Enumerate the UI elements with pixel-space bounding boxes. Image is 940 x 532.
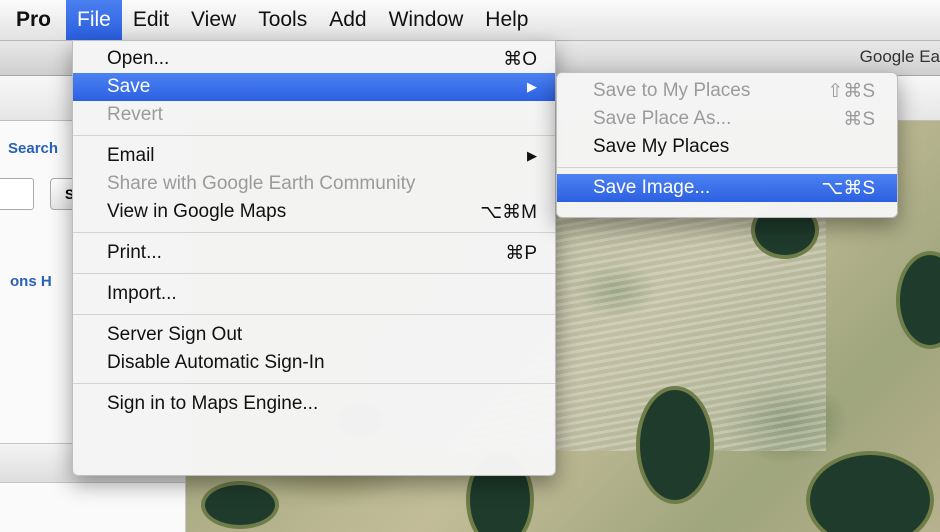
submenu-item-save-my-places[interactable]: Save My Places xyxy=(557,133,897,161)
menu-item-label: Sign in to Maps Engine... xyxy=(107,393,319,414)
menu-item-open[interactable]: Open... ⌘O xyxy=(73,45,555,73)
menu-item-sign-in-maps-engine[interactable]: Sign in to Maps Engine... xyxy=(73,390,555,418)
map-lake xyxy=(896,251,940,349)
menu-item-label: Save Place As... xyxy=(593,108,732,129)
submenu-arrow-icon: ▶ xyxy=(527,148,537,163)
menu-item-label: Print... xyxy=(107,242,162,263)
menu-separator xyxy=(73,314,555,315)
menu-app-name[interactable]: Pro xyxy=(0,0,66,40)
map-lake xyxy=(201,481,279,529)
submenu-item-save-place-as[interactable]: Save Place As... ⌘S xyxy=(557,105,897,133)
shortcut-label: ⌥⌘S xyxy=(821,177,875,199)
menu-bar: Pro File Edit View Tools Add Window Help xyxy=(0,0,940,41)
window-title: Google Ea xyxy=(859,47,940,66)
search-input[interactable] xyxy=(0,178,34,210)
menu-item-print[interactable]: Print... ⌘P xyxy=(73,239,555,267)
menu-item-disable-auto-sign-in[interactable]: Disable Automatic Sign-In xyxy=(73,349,555,377)
menu-separator xyxy=(557,167,897,168)
menu-item-share-community[interactable]: Share with Google Earth Community xyxy=(73,170,555,198)
search-panel-label[interactable]: Search xyxy=(8,140,58,157)
shortcut-label: ⌘P xyxy=(505,242,537,264)
menu-item-label: Save My Places xyxy=(593,136,730,157)
submenu-arrow-icon: ▶ xyxy=(527,79,537,94)
menu-separator xyxy=(73,232,555,233)
menu-item-save[interactable]: Save ▶ xyxy=(73,73,555,101)
file-menu-dropdown: Open... ⌘O Save ▶ Revert Email ▶ Share w… xyxy=(72,40,556,476)
menu-item-label: Revert xyxy=(107,104,163,125)
menu-item-label: Open... xyxy=(107,48,170,69)
map-lake xyxy=(806,451,934,532)
menu-item-label: Share with Google Earth Community xyxy=(107,173,416,194)
submenu-item-save-image[interactable]: Save Image... ⌥⌘S xyxy=(557,174,897,202)
menu-add[interactable]: Add xyxy=(318,0,377,40)
menu-item-label: Save to My Places xyxy=(593,80,751,101)
menu-separator xyxy=(73,273,555,274)
map-lake xyxy=(636,386,714,504)
menu-help[interactable]: Help xyxy=(474,0,539,40)
shortcut-label: ⇧⌘S xyxy=(827,80,875,102)
shortcut-label: ⌘S xyxy=(843,108,875,130)
menu-tools[interactable]: Tools xyxy=(247,0,318,40)
menu-item-label: Email xyxy=(107,145,155,166)
search-panel-links[interactable]: ons H xyxy=(10,273,52,290)
menu-item-import[interactable]: Import... xyxy=(73,280,555,308)
menu-separator xyxy=(73,383,555,384)
shortcut-label: ⌘O xyxy=(503,48,537,70)
menu-window[interactable]: Window xyxy=(378,0,475,40)
menu-item-label: Save xyxy=(107,76,151,97)
menu-item-server-sign-out[interactable]: Server Sign Out xyxy=(73,321,555,349)
submenu-item-save-to-my-places[interactable]: Save to My Places ⇧⌘S xyxy=(557,77,897,105)
menu-view[interactable]: View xyxy=(180,0,247,40)
menu-edit[interactable]: Edit xyxy=(122,0,180,40)
shortcut-label: ⌥⌘M xyxy=(480,201,537,223)
menu-item-email[interactable]: Email ▶ xyxy=(73,142,555,170)
menu-item-revert[interactable]: Revert xyxy=(73,101,555,129)
menu-item-view-in-maps[interactable]: View in Google Maps ⌥⌘M xyxy=(73,198,555,226)
menu-file[interactable]: File xyxy=(66,0,122,40)
menu-item-label: Import... xyxy=(107,283,177,304)
menu-item-label: Disable Automatic Sign-In xyxy=(107,352,325,373)
menu-item-label: View in Google Maps xyxy=(107,201,287,222)
menu-item-label: Server Sign Out xyxy=(107,324,243,345)
menu-separator xyxy=(73,135,555,136)
menu-item-label: Save Image... xyxy=(593,177,711,198)
save-submenu: Save to My Places ⇧⌘S Save Place As... ⌘… xyxy=(556,72,898,218)
